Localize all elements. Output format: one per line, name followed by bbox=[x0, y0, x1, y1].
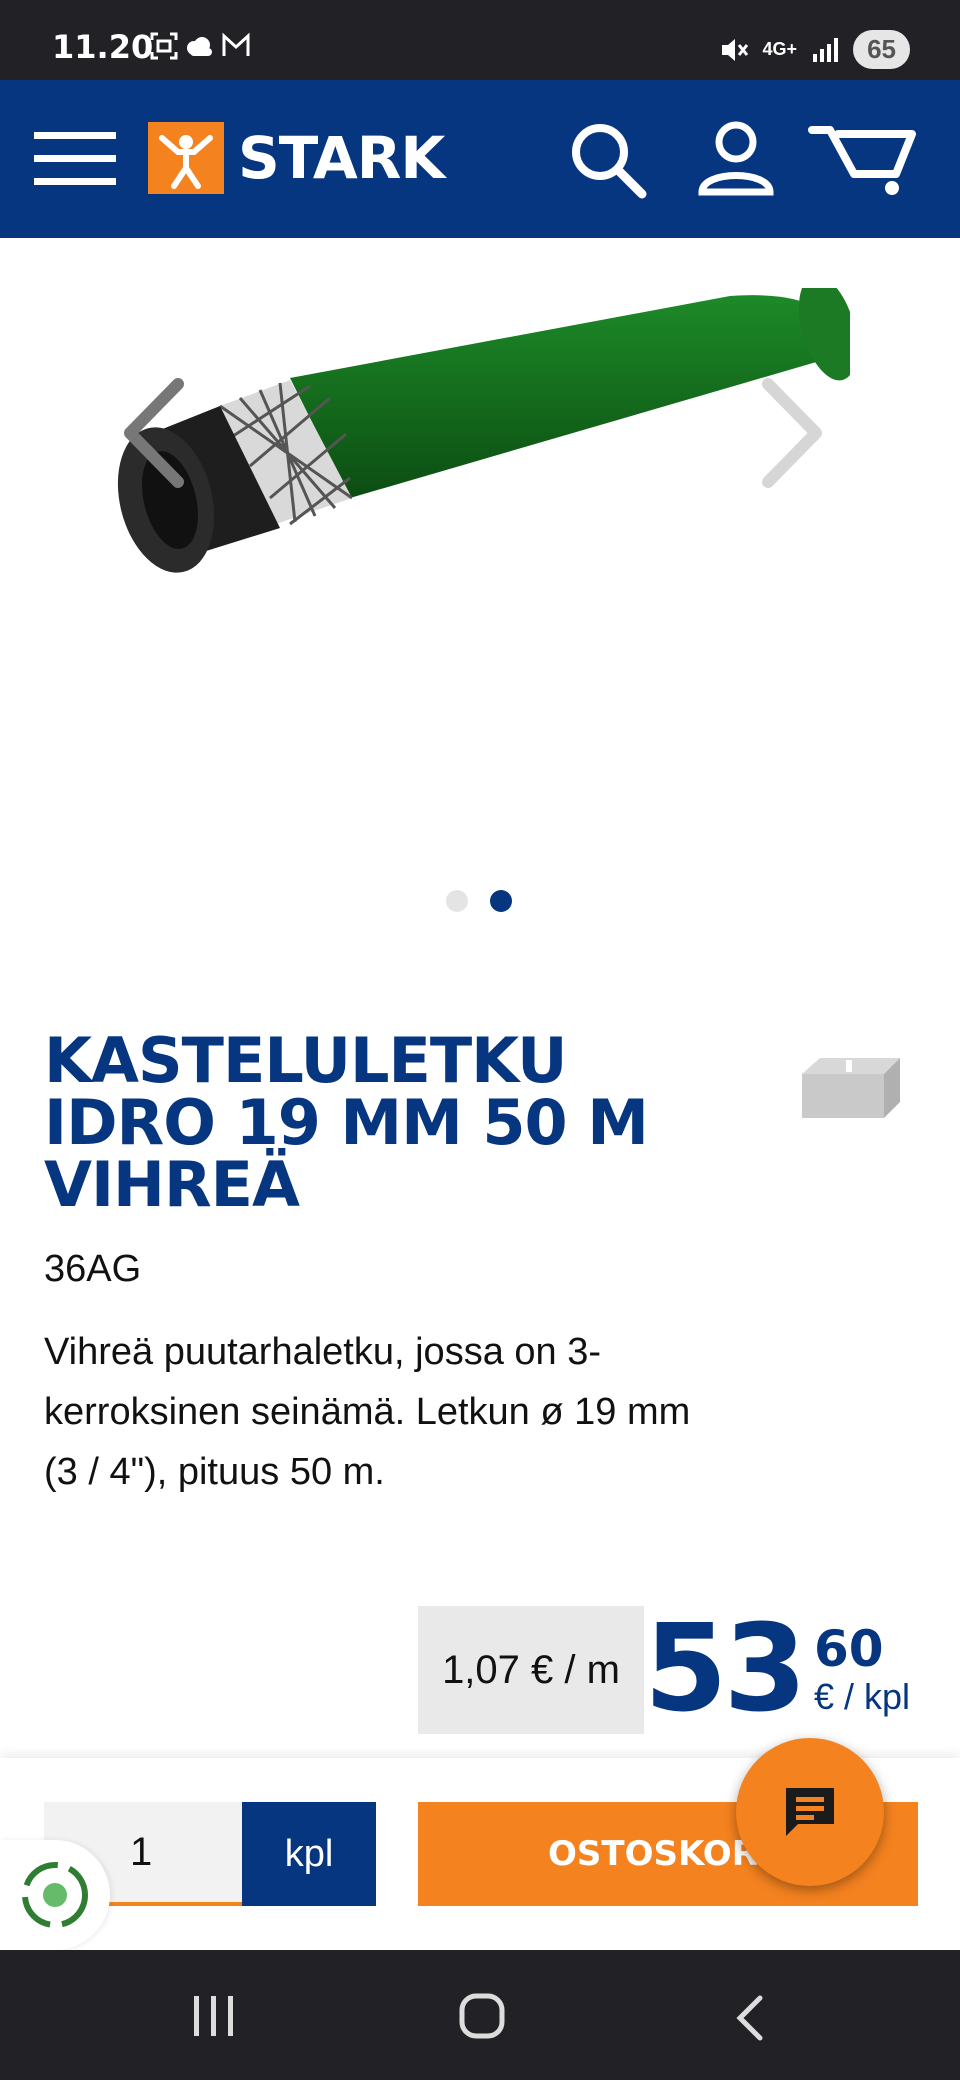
weather-icon bbox=[187, 37, 212, 56]
status-bar: 11.20 4G+ 65 bbox=[0, 0, 960, 80]
previous-image-arrow-icon[interactable] bbox=[120, 378, 190, 493]
pallet-icon bbox=[796, 1052, 904, 1127]
chat-icon bbox=[786, 1788, 834, 1836]
gmail-icon bbox=[222, 32, 250, 56]
gallery-dot-active[interactable] bbox=[490, 890, 512, 912]
home-icon[interactable] bbox=[458, 1992, 506, 2045]
price-decimals: 60 bbox=[814, 1620, 884, 1678]
price-unit: € / kpl bbox=[814, 1676, 911, 1717]
product-description: Vihreä puutarhaletku, jossa on 3-kerroks… bbox=[44, 1331, 691, 1493]
menu-icon[interactable] bbox=[34, 130, 116, 193]
product-image bbox=[117, 288, 850, 573]
network-type: 4G+ bbox=[762, 39, 798, 59]
chat-button[interactable] bbox=[736, 1738, 884, 1886]
product-title: KASTELULETKU IDRO 19 MM 50 M VIHREÄ bbox=[44, 1024, 649, 1221]
product-image-gallery[interactable] bbox=[0, 238, 960, 938]
gallery-dot[interactable] bbox=[446, 890, 468, 912]
signal-icon bbox=[813, 37, 839, 62]
search-icon[interactable] bbox=[566, 118, 650, 207]
next-image-arrow-icon[interactable] bbox=[756, 378, 826, 493]
back-icon[interactable] bbox=[732, 1994, 768, 2047]
account-icon[interactable] bbox=[696, 120, 776, 203]
site-header: STARK bbox=[0, 80, 960, 238]
cart-icon[interactable] bbox=[808, 124, 918, 205]
screenshot-icon bbox=[150, 32, 178, 60]
recent-apps-icon[interactable] bbox=[192, 1994, 236, 2043]
recycle-icon[interactable] bbox=[0, 1840, 110, 1950]
product-sku: 36AG bbox=[44, 1248, 142, 1290]
unit-price: 1,07 € / m bbox=[418, 1606, 644, 1734]
status-icons-left bbox=[150, 32, 270, 67]
battery-indicator: 65 bbox=[853, 30, 910, 69]
status-time: 11.20 bbox=[52, 28, 154, 66]
stark-logo[interactable]: STARK bbox=[148, 122, 445, 194]
mute-icon bbox=[721, 38, 748, 61]
price-integer: 53 bbox=[644, 1600, 807, 1739]
system-navigation-bar bbox=[0, 1950, 960, 2080]
gallery-pagination bbox=[446, 890, 512, 912]
brand-name: STARK bbox=[238, 124, 445, 192]
unit-selector[interactable]: kpl bbox=[242, 1802, 376, 1906]
logo-figure-icon bbox=[148, 122, 224, 194]
status-icons-right: 4G+ 65 bbox=[719, 30, 910, 69]
